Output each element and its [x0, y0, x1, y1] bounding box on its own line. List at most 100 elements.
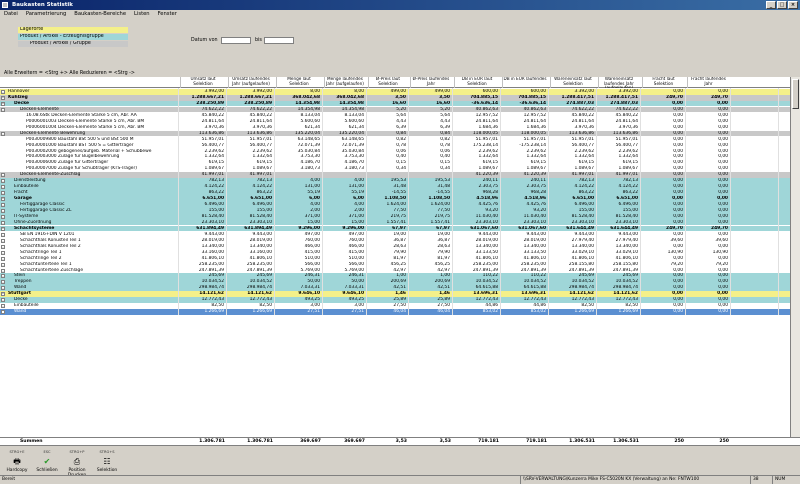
- scrollbar-thumb[interactable]: [792, 79, 799, 109]
- expand-toggle-icon[interactable]: -: [1, 292, 5, 297]
- expand-toggle-icon[interactable]: -: [1, 101, 5, 106]
- expand-toggle-icon[interactable]: -: [1, 95, 5, 100]
- table-row[interactable]: - Schachtringe Teil 1 33.160,00 33.160,00 41…: [0, 249, 790, 256]
- expand-toggle-icon[interactable]: -: [1, 286, 5, 291]
- expand-toggle-icon[interactable]: -: [1, 203, 5, 208]
- table-row[interactable]: - Schachthals Konusteil Teil 2 13.340,00 13…: [0, 243, 790, 250]
- table-row[interactable]: - Fertiggarage Classic 6.496,00 6.496,00 4,0…: [0, 202, 790, 208]
- date-from-input[interactable]: [221, 37, 251, 44]
- cell-value: 368.042,68: [292, 94, 320, 100]
- table-row[interactable]: - Einbauteile 4.124,22 4.124,22 131,00 131,00…: [0, 184, 790, 190]
- data-grid[interactable]: Umsatz laut Selektion Umsatz laufendes Ja…: [0, 77, 800, 437]
- expand-toggle-icon[interactable]: -: [1, 250, 5, 255]
- table-row[interactable]: - Decke 238.250,89 238.250,89 14.354,98 14.35…: [0, 100, 790, 107]
- table-row[interactable]: - Schachtsysteme 631.894,49 631.894,49 9.296…: [0, 225, 790, 232]
- table-row[interactable]: - Decken-Elemente Bewehrung 113.636,86 113.…: [0, 130, 790, 137]
- column-header[interactable]: Umsatz laut Selektion: [180, 77, 225, 88]
- expand-toggle-icon[interactable]: -: [1, 304, 5, 309]
- table-row[interactable]: - Stein 245,69 245,69 246,31 246,31 1,00 1,00 11…: [0, 273, 790, 280]
- table-row[interactable]: - Schachtunterteile Zuschläge 247.891,39 24…: [0, 267, 790, 274]
- column-header[interactable]: Wareneinsatz laufendes Jahr (aufgelaufen…: [598, 77, 639, 88]
- menu-baukasten-bereiche[interactable]: Baukasten-Bereiche: [74, 10, 126, 19]
- menu-parametrierung[interactable]: Parametrierung: [26, 10, 66, 19]
- expand-toggle-icon[interactable]: -: [1, 244, 5, 249]
- expand-toggle-icon[interactable]: -: [1, 191, 5, 196]
- table-row[interactable]: - Einbauteile 82,50 82,50 3,00 3,00 27,50 27,50…: [0, 303, 790, 309]
- expand-toggle-icon[interactable]: -: [1, 226, 5, 231]
- expand-toggle-icon[interactable]: -: [1, 262, 5, 267]
- table-row[interactable]: - Wand 1.266,69 1.266,69 27,51 27,51 46,04 46,0…: [0, 309, 790, 315]
- expand-toggle-icon[interactable]: -: [1, 173, 5, 178]
- table-row[interactable]: - Kühlzeg 1.288.667,21 1.288.667,21 368.042,…: [0, 94, 790, 101]
- maximize-button[interactable]: □: [777, 1, 787, 9]
- column-header[interactable]: Ø-Preis laufendes Jahr: [410, 77, 451, 88]
- table-row[interactable]: - Schachthals Konusteil Teil 1 28.019,00 28…: [0, 237, 790, 244]
- column-header[interactable]: Umsatz laufendes Jahr (aufgelaufen): [228, 77, 273, 88]
- filter-artikel-gruppe[interactable]: Produkt / Artikel / Gruppe: [18, 41, 128, 47]
- table-row[interactable]: - Decken-Elemente 74.622,22 74.622,22 14.354…: [0, 106, 790, 113]
- filter-lagerorte[interactable]: Lagerorte: [18, 27, 128, 33]
- column-header[interactable]: Fracht laut Selektion: [642, 77, 684, 88]
- table-row[interactable]: - SB EN 1916+DIN V 1201 9.443,00 9.443,00 49…: [0, 231, 790, 238]
- toolbar-button[interactable]: STRG+S ☷ Selektion: [94, 449, 120, 473]
- expand-toggle-icon[interactable]: -: [1, 179, 5, 184]
- column-header[interactable]: DB in EUR laufendes: [502, 77, 547, 88]
- table-row[interactable]: P0030006000 Zulage für Gitterträger 619,1…: [0, 160, 790, 166]
- expand-toggle-icon[interactable]: -: [1, 220, 5, 225]
- expand-toggle-icon[interactable]: -: [1, 274, 5, 279]
- menu-listen[interactable]: Listen: [134, 10, 150, 19]
- toolbar-button[interactable]: STRG+E 🖶 Hardcopy: [4, 449, 30, 473]
- table-row[interactable]: P0030001000 Baustahl BST 500 S = Gittert…: [0, 142, 790, 149]
- date-to-input[interactable]: [264, 37, 294, 44]
- expand-toggle-icon[interactable]: -: [1, 107, 5, 112]
- close-button[interactable]: ×: [788, 1, 798, 9]
- table-row[interactable]: - IT-Systeme 81.528,40 81.528,40 371,00 371,0…: [0, 213, 790, 220]
- filter-erzeugnisgruppe[interactable]: Produkt / Artikel - Erzeugnisgruppe: [18, 34, 128, 40]
- toolbar-button[interactable]: STRG+P⎙Position Drucken: [64, 449, 90, 478]
- column-header[interactable]: Fracht laufendes Jahr: [687, 77, 729, 88]
- table-row[interactable]: - Ohne-Zuordnung 23.303,10 23.303,10 15,00 15…: [0, 219, 790, 226]
- table-row[interactable]: - Decken-Elemente-Zuschlag 41.997,01 41.997…: [0, 172, 790, 178]
- expand-toggle-icon[interactable]: -: [1, 232, 5, 237]
- column-header[interactable]: DB in EUR laut Selektion: [454, 77, 499, 88]
- table-row[interactable]: P0030003000 Zulage für Bügelbewehrung 1.3…: [0, 154, 790, 161]
- table-row[interactable]: P0030007000 Zulage für Schubträger (KTS-…: [0, 166, 790, 172]
- table-row[interactable]: - Fertiggarage Classic ZL 155,00 155,00 2,00…: [0, 208, 790, 214]
- table-row[interactable]: 16.08.6Stk Decken-Elemente Stärke 5 cm, …: [0, 112, 790, 119]
- expand-toggle-icon[interactable]: -: [1, 310, 5, 315]
- table-row[interactable]: P0006001004 Decken-Elemente Stärke 5 cm,…: [0, 124, 790, 131]
- column-header[interactable]: Ø-Preis laut Selektion: [368, 77, 407, 88]
- minimize-button[interactable]: _: [766, 1, 776, 9]
- expand-toggle-icon[interactable]: -: [1, 90, 5, 94]
- table-row[interactable]: - Decke 12.772,43 12.772,43 493,25 493,25 25,8…: [0, 297, 790, 303]
- menu-datei[interactable]: Datei: [4, 10, 18, 19]
- table-row[interactable]: P0030009800 Baustahl BSt 500 S und BSt 5…: [0, 136, 790, 143]
- table-row[interactable]: - Wand 298.984,74 298.984,74 7.033,31 7.033,3…: [0, 285, 790, 291]
- vertical-scrollbar[interactable]: [790, 77, 800, 437]
- expand-toggle-icon[interactable]: -: [1, 268, 5, 273]
- table-row[interactable]: - Schachtunterteile Teil 1 258.235,00 258.2…: [0, 261, 790, 268]
- menu-fenster[interactable]: Fenster: [158, 10, 177, 19]
- expand-toggle-icon[interactable]: -: [1, 214, 5, 219]
- table-row[interactable]: - Stuttgart 14.121,62 14.121,62 9.646,10 9.64…: [0, 291, 790, 297]
- expand-toggle-icon[interactable]: -: [1, 280, 5, 285]
- column-header[interactable]: Menge laufendes Jahr (aufgelaufen): [324, 77, 365, 88]
- table-row[interactable]: - Dienstleistung 782,13 782,13 4,00 4,00 195,5…: [0, 178, 790, 184]
- table-row[interactable]: - Schachtringe Teil 2 41.806,10 41.806,10 51…: [0, 255, 790, 262]
- table-row[interactable]: - Hannover 3.992,00 3.992,00 8,00 8,00 499,00 4…: [0, 89, 790, 95]
- expand-toggle-icon[interactable]: -: [1, 298, 5, 303]
- expand-toggle-icon[interactable]: -: [1, 185, 5, 190]
- table-row[interactable]: - Treppen 10.034,52 10.034,52 50,00 50,00 200,…: [0, 279, 790, 285]
- expand-toggle-icon[interactable]: -: [1, 209, 5, 213]
- expand-toggle-icon[interactable]: -: [1, 256, 5, 261]
- column-header[interactable]: Menge laut Selektion: [276, 77, 321, 88]
- table-row[interactable]: - Fracht 863,22 863,22 55,19 55,19 -14,55 -14,5…: [0, 190, 790, 196]
- table-row[interactable]: P0006001003 Decken-Elemente Stärke 5 cm,…: [0, 118, 790, 125]
- toolbar-button[interactable]: ESC ✔ Schließen: [34, 449, 60, 473]
- table-row[interactable]: P0030002000 gebogenes/aufgeb. Material +…: [0, 148, 790, 155]
- column-header[interactable]: Wareneinsatz laut Selektion: [550, 77, 595, 88]
- expand-toggle-icon[interactable]: -: [1, 197, 5, 202]
- table-row[interactable]: - Garage 6.651,00 6.651,00 6,00 6,00 1.108,50 1…: [0, 196, 790, 202]
- expand-toggle-icon[interactable]: -: [1, 238, 5, 243]
- expand-toggle-icon[interactable]: -: [1, 131, 5, 136]
